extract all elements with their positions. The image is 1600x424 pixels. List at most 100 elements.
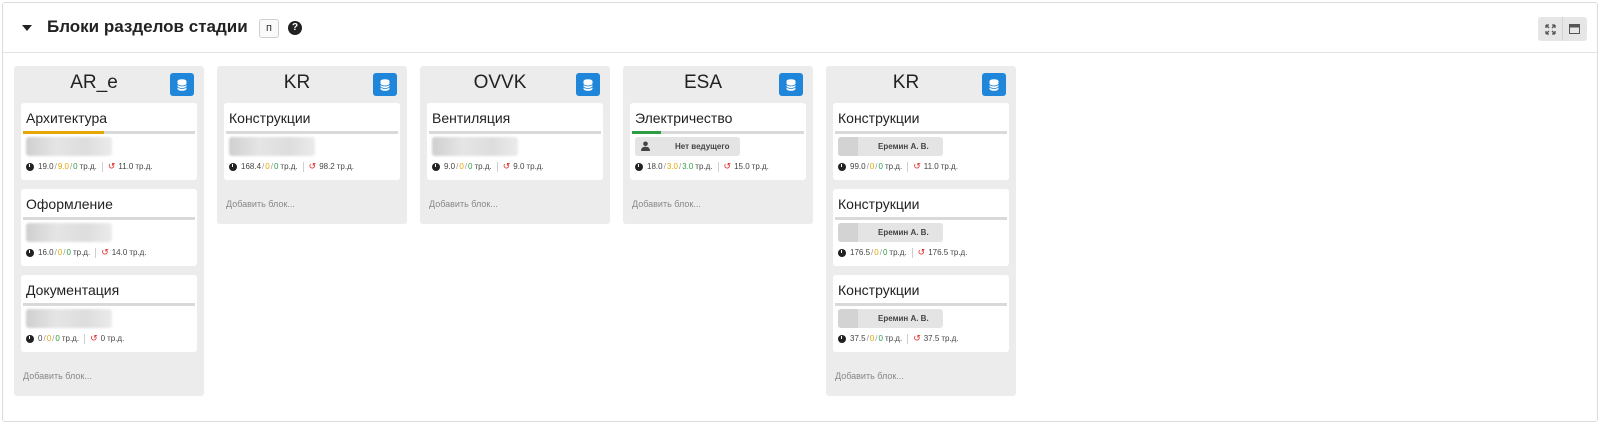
assignee-chip[interactable]: Еремин А. В. — [838, 137, 943, 156]
stat-done: 3.0 — [682, 162, 694, 171]
assignee-chip[interactable]: Еремин А. В. — [838, 309, 943, 328]
stat-unit: тр.д. — [884, 162, 903, 171]
block-card[interactable]: Конструкции Еремин А. В. 37.5/0/0 тр.д. ↺ 37.… — [833, 275, 1009, 352]
stat-in-progress: 0 — [265, 162, 270, 171]
block-card[interactable]: Конструкции 168.4/0/0 тр.д. ↺ 98.2 тр.д. — [224, 103, 400, 180]
assignee-name: Еремин А. В. — [878, 142, 929, 151]
stat-unit: тр.д. — [940, 162, 958, 171]
stat-unit: тр.д. — [336, 162, 354, 171]
divider — [101, 161, 103, 172]
expand-button[interactable] — [1538, 17, 1562, 41]
stat-remaining: 37.5 — [923, 334, 940, 343]
progress-bar — [835, 303, 1007, 306]
stat-remaining: 11.0 — [923, 162, 939, 171]
card-title: Вентиляция — [432, 110, 511, 126]
add-block-link[interactable]: Добавить блок... — [835, 371, 904, 381]
progress-bar — [23, 217, 195, 220]
assignee-chip-redacted[interactable] — [26, 309, 112, 328]
block-card[interactable]: Документация 0/0/0 тр.д. ↺ 0 тр.д. — [21, 275, 197, 352]
block-card[interactable]: Архитектура 19.0/9.0/0 тр.д. ↺ 11.0 тр.д. — [21, 103, 197, 180]
slash: / — [875, 162, 878, 171]
stat-total: 19.0 — [38, 162, 54, 171]
add-block-link[interactable]: Добавить блок... — [632, 199, 701, 209]
add-block-link[interactable]: Добавить блок... — [23, 371, 92, 381]
history-icon: ↺ — [90, 333, 98, 343]
database-button[interactable] — [982, 73, 1006, 96]
history-icon: ↺ — [107, 161, 116, 171]
block-card[interactable]: Конструкции Еремин А. В. 99.0/0/0 тр.д. ↺ 11.… — [833, 103, 1009, 180]
stat-total: 18.0 — [647, 162, 663, 171]
divider — [907, 161, 909, 172]
divider — [302, 161, 304, 172]
database-button[interactable] — [779, 73, 803, 96]
progress-fill — [23, 131, 104, 134]
add-block-link[interactable]: Добавить блок... — [226, 199, 295, 209]
stat-in-progress: 0 — [46, 334, 52, 343]
add-block-link[interactable]: Добавить блок... — [429, 199, 498, 209]
history-icon: ↺ — [502, 161, 511, 171]
avatar — [838, 309, 858, 328]
assignee-chip[interactable]: Еремин А. В. — [838, 223, 943, 242]
column-title: AR_e — [70, 72, 118, 93]
block-card[interactable]: Конструкции Еремин А. В. 176.5/0/0 тр.д. ↺ 17… — [833, 189, 1009, 266]
progress-bar — [632, 131, 804, 134]
card-title: Конструкции — [838, 196, 920, 212]
stat-total: 168.4 — [241, 162, 262, 171]
progress-bar — [23, 303, 195, 306]
assignee-name: Еремин А. В. — [878, 314, 929, 323]
card-title: Конструкции — [229, 110, 311, 126]
history-icon: ↺ — [723, 161, 732, 171]
slash: / — [866, 334, 869, 343]
database-button[interactable] — [576, 73, 600, 96]
slash: / — [270, 162, 273, 171]
card-list: Конструкции 168.4/0/0 тр.д. ↺ 98.2 тр.д. — [224, 103, 400, 189]
stat-total: 99.0 — [850, 162, 866, 171]
assignee-chip-redacted[interactable] — [229, 137, 315, 156]
slash: / — [871, 248, 874, 257]
card-list: Конструкции Еремин А. В. 99.0/0/0 тр.д. ↺ 11.… — [833, 103, 1009, 361]
divider — [911, 247, 913, 258]
stat-done: 0 — [468, 162, 473, 171]
database-icon — [989, 78, 999, 91]
block-card[interactable]: Электричество Нет ведущего 18.0/3.0/3.0 тр.… — [630, 103, 806, 180]
slash: / — [879, 248, 882, 257]
progress-bar — [23, 131, 195, 134]
avatar — [635, 137, 655, 156]
assignee-chip-redacted[interactable] — [26, 223, 112, 242]
assignee-chip[interactable]: Нет ведущего — [635, 137, 740, 156]
expand-icon — [1544, 23, 1556, 35]
card-title: Оформление — [26, 196, 113, 212]
database-button[interactable] — [170, 73, 194, 96]
stat-in-progress: 9.0 — [57, 162, 69, 171]
panel-header: Блоки разделов стадии п ? — [3, 3, 1597, 53]
database-icon — [583, 78, 593, 91]
history-icon: ↺ — [913, 333, 921, 343]
slash: / — [69, 162, 73, 171]
stat-unit: тр.д. — [107, 334, 125, 343]
assignee-chip-redacted[interactable] — [26, 137, 112, 156]
card-stats: 18.0/3.0/3.0 тр.д. ↺ 15.0 тр.д. — [635, 161, 769, 172]
card-list: Электричество Нет ведущего 18.0/3.0/3.0 тр.… — [630, 103, 806, 189]
mode-toggle-button[interactable]: п — [259, 19, 279, 38]
slash: / — [875, 334, 878, 343]
block-card[interactable]: Вентиляция 9.0/0/0 тр.д. ↺ 9.0 тр.д. — [427, 103, 603, 180]
card-stats: 16.0/0/0 тр.д. ↺ 14.0 тр.д. — [26, 247, 147, 258]
clock-icon — [26, 248, 34, 257]
stat-done: 0 — [273, 162, 279, 171]
stat-unit: тр.д. — [695, 162, 713, 171]
slash: / — [63, 248, 66, 257]
help-icon[interactable]: ? — [288, 21, 302, 35]
slash: / — [456, 162, 459, 171]
block-card[interactable]: Оформление 16.0/0/0 тр.д. ↺ 14.0 тр.д. — [21, 189, 197, 266]
section-column: OVVK Вентиляция 9.0/0/0 тр.д. ↺ 9.0 тр.д. Добав… — [420, 66, 610, 224]
caret-down-icon[interactable] — [22, 25, 32, 31]
stat-unit: тр.д. — [129, 248, 147, 257]
assignee-chip-redacted[interactable] — [432, 137, 518, 156]
stage-blocks-panel: Блоки разделов стадии п ? AR_e Архитектур… — [2, 2, 1598, 422]
panel-toolbar — [1538, 17, 1587, 41]
stat-total: 9.0 — [444, 162, 456, 171]
window-mode-button[interactable] — [1562, 17, 1586, 41]
database-button[interactable] — [373, 73, 397, 96]
stat-total: 0 — [38, 334, 43, 343]
progress-bar — [226, 131, 398, 134]
